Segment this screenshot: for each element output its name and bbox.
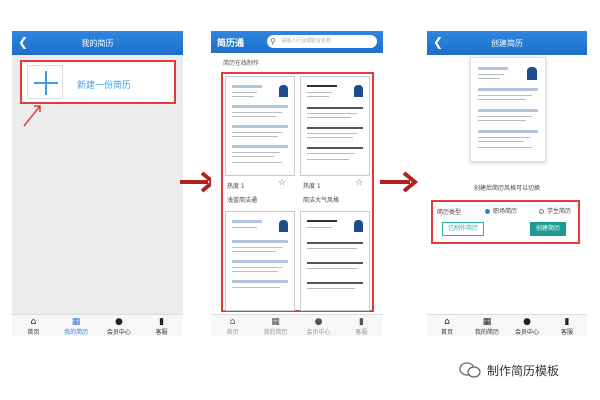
template-name: 浅蓝简洁通	[227, 197, 258, 204]
create-resume-screen: ❮ 创建简历 创建后简历风格可以切换 简历类型 职场简历 学生简历 已制作简历 …	[427, 31, 587, 336]
template-card[interactable]	[300, 211, 370, 311]
app-header: ❮ 创建简历	[427, 31, 587, 55]
resume-icon: ▦	[482, 317, 492, 327]
tab-support[interactable]: ▮ 客服	[547, 315, 587, 336]
tab-member-center[interactable]: ● 会员中心	[98, 315, 141, 336]
home-icon: ⌂	[229, 317, 236, 327]
chat-icon: ▮	[359, 317, 364, 327]
user-icon: ●	[314, 317, 323, 327]
bottom-tab-bar: ⌂ 首页 ▦ 我的简历 ● 会员中心 ▮ 客服	[211, 314, 383, 336]
new-resume-card[interactable]: 新建一份简历	[20, 60, 176, 104]
resume-preview	[470, 57, 546, 162]
bottom-tab-bar: ⌂ 首页 ▦ 我的简历 ● 会员中心 ▮ 客服	[12, 314, 183, 336]
tab-home[interactable]: ⌂ 首页	[211, 315, 254, 336]
tab-member-center[interactable]: ● 会员中心	[507, 315, 547, 336]
watermark: 制作简历模板	[459, 362, 559, 379]
tab-support[interactable]: ▮ 客服	[140, 315, 183, 336]
app-header: ❮ 我的简历	[12, 31, 183, 55]
chat-icon: ▮	[564, 317, 570, 327]
page-title: 我的简历	[81, 39, 114, 48]
tab-support[interactable]: ▮ 客服	[340, 315, 383, 336]
chat-icon: ▮	[159, 317, 165, 327]
resume-type-form: 简历类型 职场简历 学生简历 已制作简历 创建简历	[431, 200, 580, 244]
resume-type-label: 简历类型	[437, 209, 462, 216]
tab-my-resume[interactable]: ▦ 我的简历	[55, 315, 98, 336]
template-heat: 热度 1	[227, 183, 245, 190]
pointer-arrow	[23, 105, 41, 127]
create-resume-button[interactable]: 创建简历	[530, 222, 566, 236]
tab-home[interactable]: ⌂ 首页	[12, 315, 55, 336]
home-icon: ⌂	[30, 317, 37, 327]
watermark-text: 制作简历模板	[487, 364, 560, 378]
home-icon: ⌂	[444, 317, 450, 327]
star-icon[interactable]: ☆	[278, 178, 286, 188]
template-grid: 热度 1 ☆ 热度 1 ☆ 浅蓝简洁通 简洁大气风格	[221, 72, 374, 312]
tab-home[interactable]: ⌂ 首页	[427, 315, 467, 336]
tab-my-resume[interactable]: ▦ 我的简历	[254, 315, 297, 336]
radio-unchecked-icon	[539, 209, 544, 214]
flow-arrow-2	[380, 171, 419, 193]
user-icon: ●	[114, 317, 123, 327]
tab-my-resume[interactable]: ▦ 我的简历	[467, 315, 507, 336]
template-name: 简洁大气风格	[303, 197, 340, 204]
my-resume-screen: ❮ 我的简历 新建一份简历 ⌂ 首页 ▦ 我的简历 ● 会员中心 ▮ 客服	[12, 31, 183, 336]
page-title: 创建简历	[491, 39, 523, 48]
template-heat: 热度 1	[303, 183, 321, 190]
brand-title: 简历通	[217, 39, 245, 49]
made-resume-button[interactable]: 已制作简历	[442, 222, 484, 236]
template-list-screen: 简历通 ⚲ 请输入行业或职业名称 简历在线制作 热度 1 ☆ 热度 1 ☆ 浅蓝…	[211, 31, 383, 336]
search-icon: ⚲	[270, 37, 276, 46]
tab-member-center[interactable]: ● 会员中心	[297, 315, 340, 336]
template-card[interactable]	[225, 76, 295, 176]
plus-icon	[27, 65, 63, 99]
resume-icon: ▦	[71, 317, 81, 327]
style-hint: 创建后简历风格可以切换	[473, 185, 540, 192]
radio-student[interactable]: 学生简历	[539, 206, 571, 215]
star-icon[interactable]: ☆	[355, 178, 363, 188]
user-icon: ●	[523, 317, 531, 327]
wechat-logo-icon	[459, 362, 481, 378]
app-header: 简历通 ⚲ 请输入行业或职业名称	[211, 31, 383, 53]
radio-checked-icon	[485, 209, 490, 214]
template-card[interactable]	[300, 76, 370, 176]
template-card[interactable]	[225, 211, 295, 311]
new-resume-label: 新建一份简历	[77, 81, 132, 91]
resume-icon: ▦	[271, 317, 280, 327]
bottom-tab-bar: ⌂ 首页 ▦ 我的简历 ● 会员中心 ▮ 客服	[427, 314, 587, 336]
search-input[interactable]: ⚲ 请输入行业或职业名称	[267, 35, 377, 48]
radio-workplace[interactable]: 职场简历	[485, 206, 517, 215]
section-title: 简历在线制作	[223, 60, 260, 67]
